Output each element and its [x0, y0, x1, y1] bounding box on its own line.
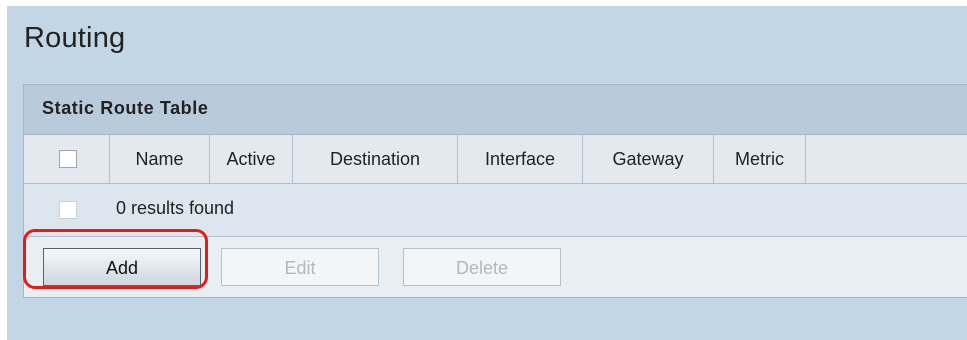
static-route-table: Static Route Table Name Active Destinati…	[23, 84, 967, 298]
column-header-destination[interactable]: Destination	[293, 135, 458, 183]
table-action-bar: Add Edit Delete	[24, 237, 967, 297]
column-header-metric[interactable]: Metric	[714, 135, 806, 183]
column-header-gateway[interactable]: Gateway	[583, 135, 714, 183]
table-title: Static Route Table	[42, 98, 209, 118]
column-header-active[interactable]: Active	[210, 135, 293, 183]
add-button[interactable]: Add	[43, 248, 201, 286]
delete-button[interactable]: Delete	[403, 248, 561, 286]
empty-results-row: 0 results found	[24, 184, 967, 237]
select-all-checkbox[interactable]	[59, 150, 77, 168]
edit-button[interactable]: Edit	[221, 248, 379, 286]
page-title: Routing	[24, 22, 126, 54]
column-header-interface[interactable]: Interface	[458, 135, 583, 183]
row-checkbox[interactable]	[59, 201, 77, 219]
column-header-name[interactable]: Name	[110, 135, 210, 183]
table-header-row: Name Active Destination Interface Gatewa…	[24, 135, 967, 184]
page-content: Routing Static Route Table Name Active D…	[7, 6, 967, 340]
results-count-text: 0 results found	[116, 198, 235, 218]
select-all-cell	[24, 135, 110, 183]
table-title-bar: Static Route Table	[24, 85, 967, 135]
